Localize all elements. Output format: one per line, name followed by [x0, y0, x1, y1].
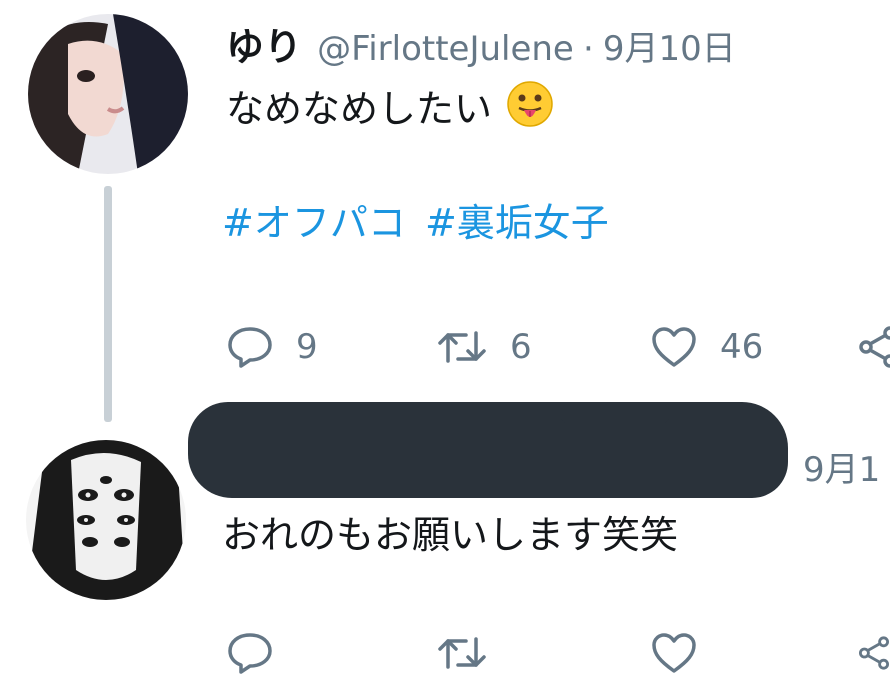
- separator-dot: ·: [582, 29, 594, 69]
- reply-icon: [226, 631, 274, 675]
- reply-button[interactable]: [226, 631, 274, 675]
- heart-icon: [650, 325, 698, 369]
- retweet-button[interactable]: 6: [436, 325, 532, 369]
- user-handle[interactable]: @FirlotteJulene: [317, 29, 574, 69]
- tongue-out-face-icon: [506, 80, 554, 137]
- retweet-button[interactable]: [436, 631, 488, 675]
- tweet-header: ゆり @FirlotteJulene · 9月10日: [226, 16, 736, 71]
- tweet-date[interactable]: 9月1: [803, 442, 880, 491]
- hashtag-list: #オフパコ #裏垢女子: [222, 192, 609, 247]
- like-button[interactable]: [650, 631, 698, 675]
- tweet-text-body: なめなめしたい: [226, 87, 493, 131]
- retweet-icon: [436, 325, 488, 369]
- display-name[interactable]: ゆり: [226, 25, 302, 69]
- avatar[interactable]: [26, 440, 186, 600]
- like-count: 46: [720, 327, 764, 367]
- heart-icon: [650, 631, 698, 675]
- share-icon: [858, 325, 890, 369]
- hashtag-link[interactable]: #裏垢女子: [425, 201, 609, 245]
- reply-icon: [226, 325, 274, 369]
- share-icon: [858, 631, 890, 675]
- tweet-text: おれのもお願いします笑笑: [222, 513, 679, 557]
- tweet-text: なめなめしたい: [226, 78, 554, 137]
- share-button[interactable]: [858, 325, 890, 369]
- redacted-username-overlay: [188, 402, 788, 498]
- share-button[interactable]: [858, 631, 890, 675]
- tweet-date[interactable]: 9月10日: [603, 29, 736, 69]
- like-button[interactable]: 46: [650, 325, 763, 369]
- thread-line: [104, 186, 112, 422]
- retweet-count: 6: [510, 327, 532, 367]
- reply-count: 9: [296, 327, 318, 367]
- avatar[interactable]: [28, 14, 188, 174]
- retweet-icon: [436, 631, 488, 675]
- reply-button[interactable]: 9: [226, 325, 318, 369]
- redacted-overlay-tail: [560, 404, 670, 424]
- hashtag-link[interactable]: #オフパコ: [222, 201, 406, 245]
